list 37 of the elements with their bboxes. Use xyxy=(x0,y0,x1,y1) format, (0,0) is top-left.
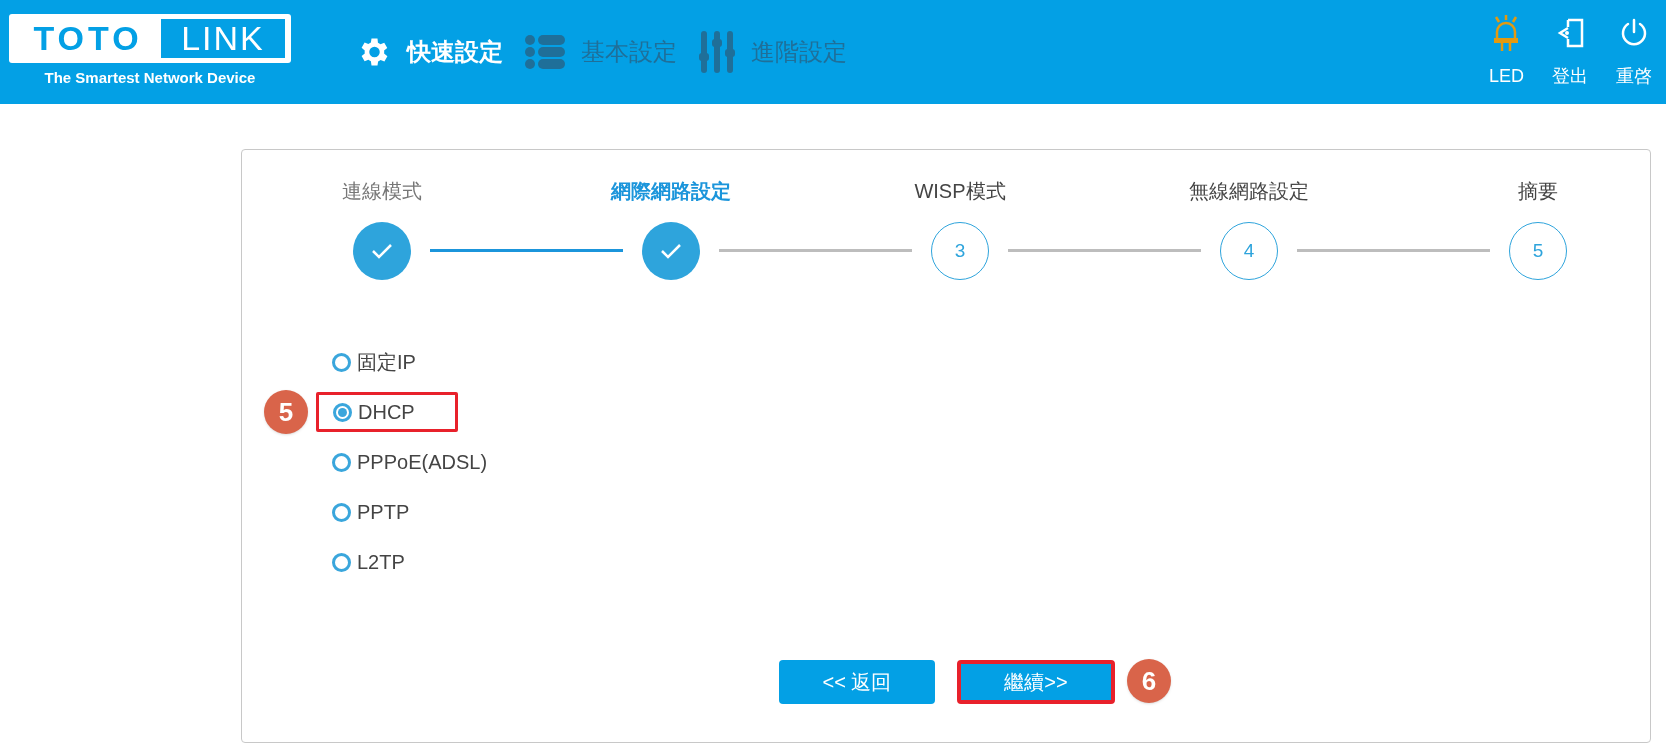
nav-tab[interactable]: 基本設定 xyxy=(525,34,677,70)
wizard-button[interactable]: 繼續>> xyxy=(957,660,1115,704)
step-marker: 5 xyxy=(264,390,308,434)
check-icon xyxy=(660,243,682,259)
radio-button[interactable] xyxy=(332,352,351,372)
radio-button[interactable] xyxy=(332,452,351,472)
step-label: 摘要 xyxy=(1518,179,1558,204)
radio-button[interactable] xyxy=(332,552,351,572)
radio-option[interactable]: L2TP xyxy=(330,542,441,582)
power-icon xyxy=(1619,17,1649,48)
radio-button[interactable] xyxy=(333,402,352,422)
logo-text: TOTO xyxy=(32,18,144,60)
nav-tab[interactable]: 快速設定 xyxy=(355,34,503,70)
nav-tab[interactable]: 進階設定 xyxy=(699,31,847,73)
radio-option[interactable]: DHCP xyxy=(316,392,458,432)
list-icon xyxy=(525,35,565,69)
check-icon xyxy=(371,243,393,259)
step-label: 連線模式 xyxy=(342,179,422,204)
step-number: 3 xyxy=(954,238,966,263)
step-number: 5 xyxy=(1532,238,1544,263)
radio-option[interactable]: 固定IP xyxy=(330,342,452,382)
logo-tagline: The Smartest Network Device xyxy=(44,68,256,89)
header-action[interactable]: 登出 xyxy=(1552,14,1588,90)
logo-text: LINK xyxy=(161,19,285,59)
sliders-icon xyxy=(699,31,735,73)
step-marker: 6 xyxy=(1127,659,1171,703)
wizard-button[interactable]: << 返回 xyxy=(779,660,935,704)
step-label: WISP模式 xyxy=(914,179,1006,204)
step-label: 網際網路設定 xyxy=(611,179,731,204)
radio-option[interactable]: PPTP xyxy=(330,492,446,532)
logout-icon xyxy=(1556,17,1584,48)
step-label: 無線網路設定 xyxy=(1189,179,1309,204)
radio-button[interactable] xyxy=(332,502,351,522)
radio-option[interactable]: PPPoE(ADSL) xyxy=(330,442,524,482)
header-action[interactable]: LED xyxy=(1489,14,1524,90)
step-number: 4 xyxy=(1243,238,1255,263)
header-action[interactable]: 重啓 xyxy=(1616,14,1652,90)
